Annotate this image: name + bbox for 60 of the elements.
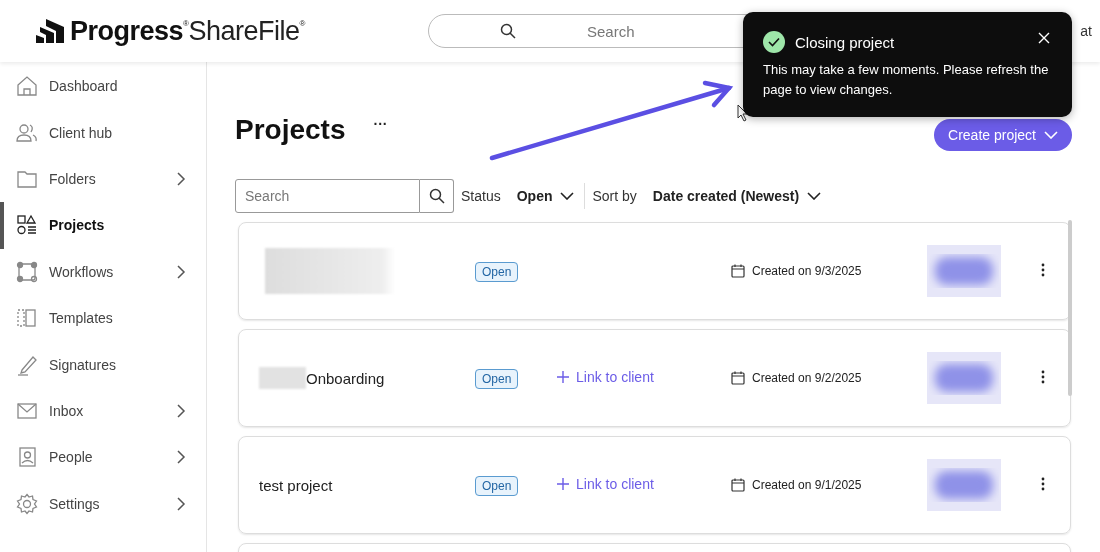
- search-icon: [428, 188, 445, 204]
- status-badge: Open: [475, 369, 519, 389]
- people-icon: [16, 121, 38, 144]
- logo[interactable]: Progress$^{®}$ShareFile$^{®}$: [36, 15, 428, 47]
- status-label: Status: [461, 188, 501, 204]
- header-link[interactable]: at: [1080, 23, 1092, 39]
- link-to-client-link[interactable]: Link to client: [557, 476, 654, 492]
- caret-icon: [807, 192, 822, 200]
- more-button[interactable]: ···: [367, 115, 394, 133]
- sidebar-item[interactable]: Projects: [0, 202, 206, 249]
- nodes-icon: [16, 260, 38, 283]
- caret-icon: [1044, 131, 1058, 139]
- calendar-icon: [731, 371, 745, 385]
- page-title: Projects: [235, 114, 346, 146]
- project-name: Onboarding: [306, 369, 385, 387]
- plus-icon: [557, 478, 569, 490]
- caret-icon: [560, 192, 575, 200]
- kebab-icon: [1041, 262, 1045, 277]
- sidebar-item[interactable]: Client hub: [0, 109, 206, 156]
- sidebar-item[interactable]: Signatures: [0, 341, 206, 388]
- sidebar-item[interactable]: Folders: [0, 155, 206, 203]
- plus-icon: [557, 371, 569, 383]
- home-icon: [16, 75, 38, 98]
- scrollbar[interactable]: [1068, 220, 1072, 396]
- search-field[interactable]: Search: [235, 179, 420, 213]
- kebab-icon: [1041, 369, 1045, 384]
- toast-message: This may take a few moments. Please refresh the page to view changes.: [763, 61, 1050, 99]
- sidebar-item[interactable]: Workflows: [0, 248, 206, 295]
- created-date: Created on 9/1/2025: [752, 478, 862, 492]
- project-name: test project: [259, 476, 333, 494]
- search-button[interactable]: [420, 179, 454, 213]
- check-icon: [763, 31, 785, 53]
- create-project-button[interactable]: Create project: [934, 119, 1072, 151]
- kebab-icon: [1041, 476, 1045, 491]
- toast-title: Closing project: [795, 33, 895, 51]
- grid-list-icon: [16, 214, 38, 237]
- project-card[interactable]: Onboarding Open Link to client Created on 9/2/2025: [238, 329, 1071, 427]
- sidebar-item[interactable]: Inbox: [0, 387, 206, 435]
- link-to-client-link[interactable]: Link to client: [557, 369, 654, 385]
- calendar-icon: [731, 478, 745, 492]
- cursor-icon: [737, 104, 749, 122]
- sort-label: Sort by: [592, 188, 637, 204]
- sidebar-item[interactable]: People: [0, 434, 206, 481]
- template-icon: [16, 307, 38, 330]
- close-icon: [1038, 31, 1050, 44]
- status-dropdown[interactable]: Open: [510, 187, 581, 205]
- sidebar-item[interactable]: Templates: [0, 294, 206, 342]
- calendar-icon: [731, 264, 745, 278]
- created-date: Created on 9/2/2025: [752, 371, 862, 385]
- contact-card-icon: [16, 446, 38, 469]
- search-icon: [500, 23, 516, 39]
- project-card[interactable]: test project Open Link to client Created on 9/1/2025: [238, 436, 1071, 534]
- status-badge: Open: [475, 262, 519, 282]
- sidebar-item[interactable]: Settings: [0, 480, 206, 527]
- sidebar-item[interactable]: Dashboard: [0, 63, 206, 110]
- sort-dropdown[interactable]: Date created (Newest): [646, 187, 828, 205]
- settings-icon: [16, 492, 38, 515]
- logo-icon: [36, 17, 66, 45]
- created-date: Created on 9/3/2025: [752, 264, 862, 278]
- status-badge: Open: [475, 476, 519, 496]
